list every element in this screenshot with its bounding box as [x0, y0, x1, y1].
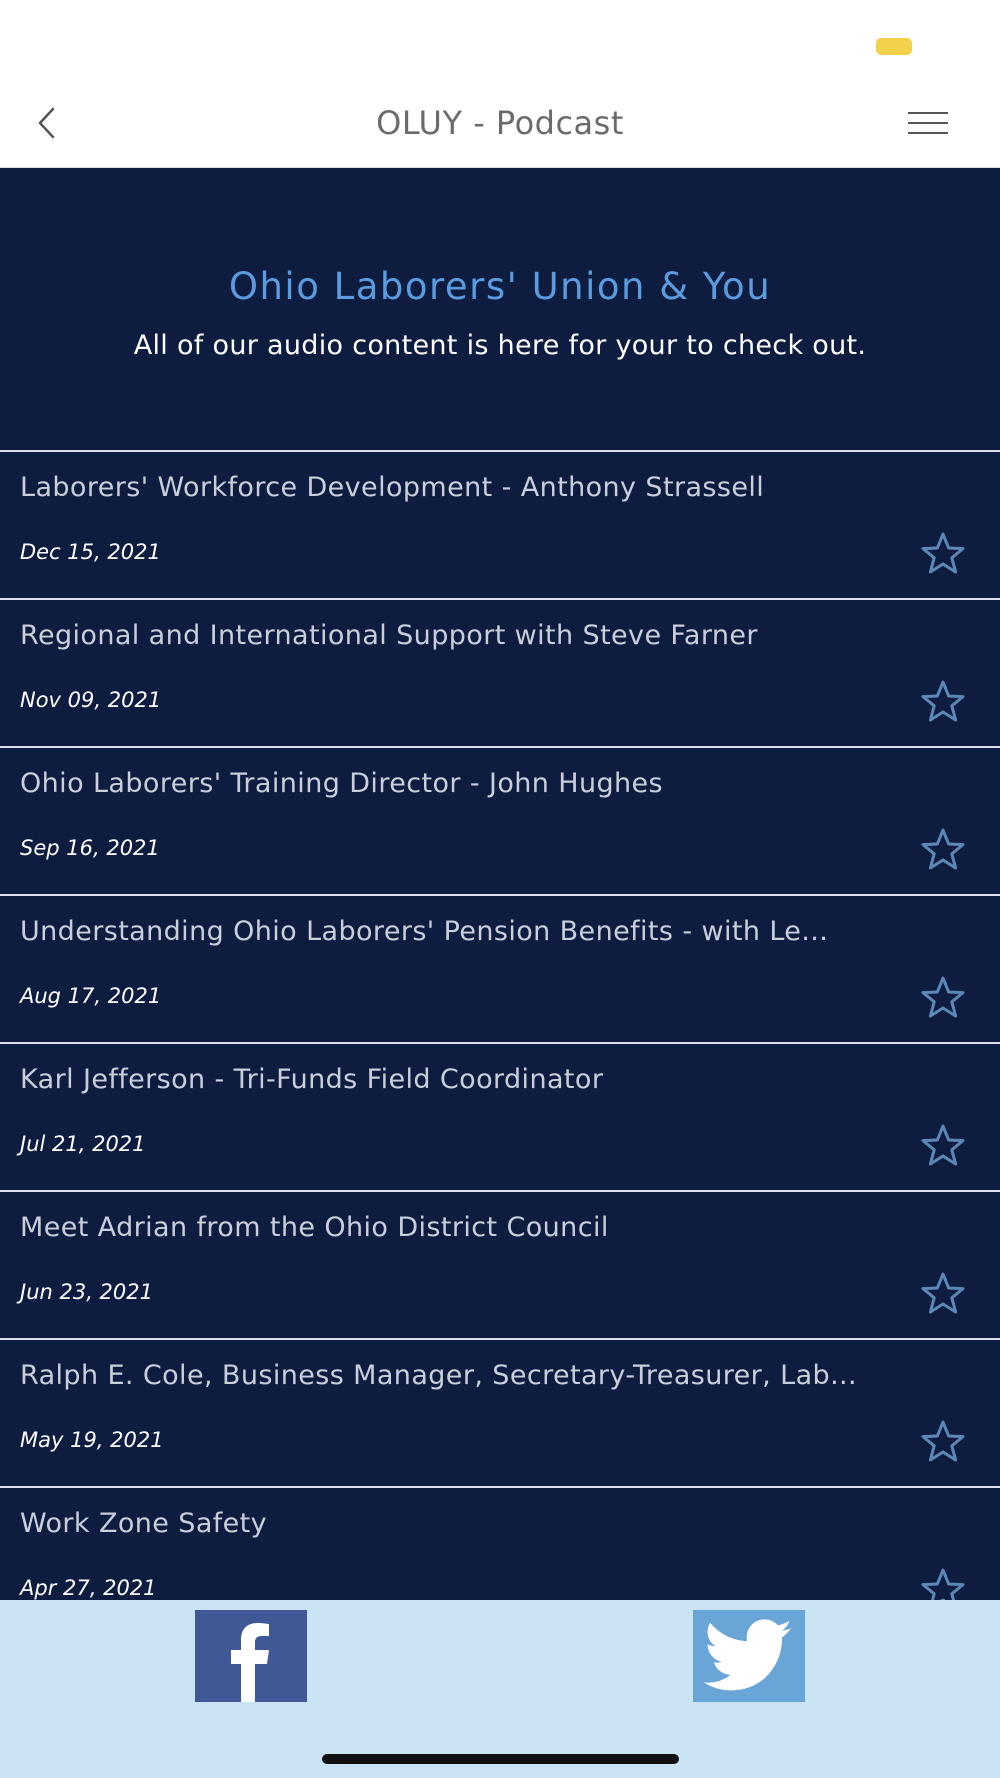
- episode-date: Sep 16, 2021: [20, 836, 160, 860]
- star-icon: [921, 1568, 965, 1600]
- star-icon: [921, 1272, 965, 1314]
- episode-item[interactable]: Work Zone Safety Apr 27, 2021: [0, 1486, 1000, 1600]
- favorite-button[interactable]: [918, 679, 968, 723]
- episode-item[interactable]: Understanding Ohio Laborers' Pension Ben…: [0, 894, 1000, 1042]
- star-icon: [921, 532, 965, 574]
- favorite-button[interactable]: [918, 531, 968, 575]
- social-bar: [0, 1600, 1000, 1778]
- episode-item[interactable]: Ralph E. Cole, Business Manager, Secreta…: [0, 1338, 1000, 1486]
- episode-title: Work Zone Safety: [20, 1508, 268, 1539]
- episode-date: Jul 21, 2021: [20, 1132, 146, 1156]
- episode-date: Apr 27, 2021: [20, 1576, 157, 1600]
- menu-button[interactable]: [900, 98, 956, 148]
- hamburger-menu-icon: [908, 112, 948, 134]
- episode-date: Dec 15, 2021: [20, 540, 161, 564]
- episode-item[interactable]: Karl Jefferson - Tri-Funds Field Coordin…: [0, 1042, 1000, 1190]
- hero-title: Ohio Laborers' Union & You: [228, 265, 772, 308]
- episode-date: Aug 17, 2021: [20, 984, 162, 1008]
- episode-title: Regional and International Support with …: [20, 620, 758, 651]
- star-icon: [921, 828, 965, 870]
- episode-title: Understanding Ohio Laborers' Pension Ben…: [20, 916, 829, 947]
- episode-title: Karl Jefferson - Tri-Funds Field Coordin…: [20, 1064, 604, 1095]
- star-icon: [921, 1420, 965, 1462]
- episode-item[interactable]: Laborers' Workforce Development - Anthon…: [0, 450, 1000, 598]
- twitter-button[interactable]: [693, 1610, 805, 1702]
- hero-subtitle: All of our audio content is here for you…: [133, 330, 867, 361]
- episode-title: Ralph E. Cole, Business Manager, Secreta…: [20, 1360, 858, 1391]
- favorite-button[interactable]: [918, 827, 968, 871]
- favorite-button[interactable]: [918, 1123, 968, 1167]
- episode-date: May 19, 2021: [20, 1428, 164, 1452]
- facebook-icon: [231, 1623, 269, 1702]
- page-title: OLUY - Podcast: [376, 104, 624, 142]
- star-icon: [921, 976, 965, 1018]
- nav-bar: OLUY - Podcast: [0, 80, 1000, 168]
- episode-title: Laborers' Workforce Development - Anthon…: [20, 472, 765, 503]
- favorite-button[interactable]: [918, 1419, 968, 1463]
- star-icon: [921, 680, 965, 722]
- episode-item[interactable]: Regional and International Support with …: [0, 598, 1000, 746]
- podcast-content[interactable]: Ohio Laborers' Union & You All of our au…: [0, 168, 1000, 1600]
- episode-item[interactable]: Meet Adrian from the Ohio District Counc…: [0, 1190, 1000, 1338]
- favorite-button[interactable]: [918, 975, 968, 1019]
- home-indicator: [322, 1754, 679, 1764]
- facebook-button[interactable]: [195, 1610, 307, 1702]
- favorite-button[interactable]: [918, 1271, 968, 1315]
- hero-section: Ohio Laborers' Union & You All of our au…: [0, 168, 1000, 452]
- twitter-icon: [704, 1619, 792, 1691]
- episode-title: Meet Adrian from the Ohio District Counc…: [20, 1212, 609, 1243]
- episode-date: Nov 09, 2021: [20, 688, 162, 712]
- status-bar: [0, 0, 1000, 80]
- battery-indicator: [876, 38, 912, 55]
- favorite-button[interactable]: [918, 1567, 968, 1600]
- episode-title: Ohio Laborers' Training Director - John …: [20, 768, 664, 799]
- episode-date: Jun 23, 2021: [20, 1280, 154, 1304]
- episode-item[interactable]: Ohio Laborers' Training Director - John …: [0, 746, 1000, 894]
- episode-list: Laborers' Workforce Development - Anthon…: [0, 450, 1000, 1600]
- star-icon: [921, 1124, 965, 1166]
